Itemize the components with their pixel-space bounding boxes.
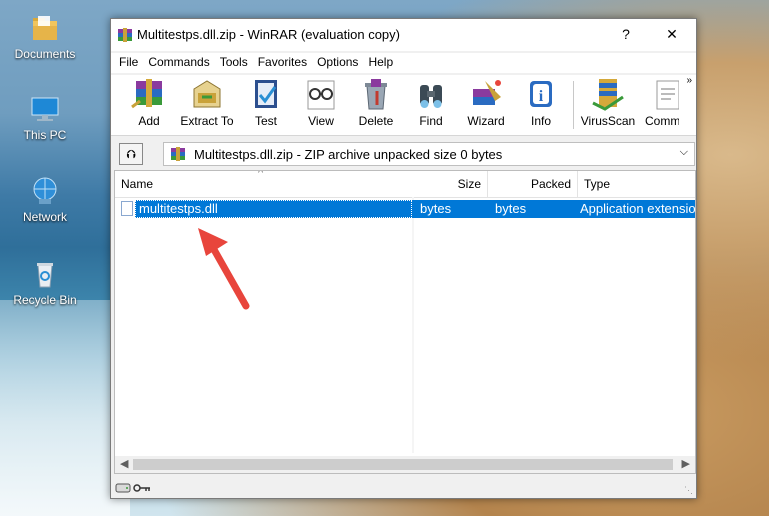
toolbar-label: Test [254, 114, 277, 128]
desktop-icon-network[interactable]: Network [0, 175, 90, 224]
test-button[interactable]: Test [238, 77, 294, 131]
network-icon [29, 175, 61, 207]
chevron-down-icon[interactable]: ⌵ [680, 146, 688, 159]
file-size-cell: bytes [420, 201, 452, 216]
toolbar-overflow-chevron[interactable]: » [686, 75, 692, 86]
extract-icon [188, 77, 226, 113]
find-binoculars-icon [412, 77, 450, 113]
scroll-left-icon[interactable]: ◀ [120, 457, 128, 470]
path-text: Multitestps.dll.zip - ZIP archive unpack… [194, 147, 503, 162]
delete-button[interactable]: Delete [348, 77, 404, 131]
scroll-right-icon[interactable]: ▶ [682, 457, 690, 470]
file-list[interactable]: Name ^ Size Packed Type multitestps.dll … [114, 170, 696, 474]
file-packed-cell: bytes [495, 201, 527, 216]
column-header-packed[interactable]: Packed [487, 171, 577, 197]
column-header-label: Packed [530, 177, 571, 191]
up-arrow-icon: ⮉ [126, 147, 136, 161]
drive-icon[interactable] [115, 481, 131, 496]
menu-commands[interactable]: Commands [143, 53, 214, 71]
horizontal-scrollbar[interactable]: ◀ ▶ [115, 456, 695, 473]
column-headers: Name ^ Size Packed Type [115, 171, 695, 198]
wizard-icon [467, 77, 505, 113]
add-archive-icon [130, 77, 168, 113]
menu-favorites[interactable]: Favorites [253, 53, 312, 71]
file-type-cell: Application extensio [580, 201, 696, 216]
file-name-cell: multitestps.dll [135, 200, 412, 218]
virusscan-button[interactable]: VirusScan [579, 77, 637, 131]
view-button[interactable]: View [293, 77, 349, 131]
desktop-icon-documents[interactable]: Documents [0, 12, 90, 61]
row-selection: bytes bytes Application extensio [412, 200, 695, 218]
sort-ascending-icon: ^ [258, 170, 264, 179]
comment-icon [649, 77, 679, 113]
toolbar-separator [573, 81, 574, 129]
recycle-bin-icon [29, 258, 61, 290]
window-title: Multitestps.dll.zip - WinRAR (evaluation… [137, 27, 400, 42]
wizard-button[interactable]: Wizard [458, 77, 514, 131]
path-combobox[interactable]: Multitestps.dll.zip - ZIP archive unpack… [163, 142, 695, 166]
desktop-icon-label: Recycle Bin [13, 293, 77, 307]
winrar-app-icon [117, 27, 133, 43]
view-icon [302, 77, 340, 113]
extract-to-button[interactable]: Extract To [179, 77, 235, 131]
table-row[interactable]: multitestps.dll bytes bytes Application … [115, 200, 695, 218]
address-bar: ⮉ Multitestps.dll.zip - ZIP archive unpa… [111, 140, 696, 166]
computer-icon [29, 93, 61, 125]
desktop-icon-label: Documents [14, 47, 76, 61]
desktop-icon-label: Network [22, 210, 67, 224]
column-header-label: Name [121, 177, 154, 191]
close-button[interactable]: ✕ [649, 19, 695, 49]
toolbar-label: Add [138, 114, 160, 128]
virusscan-icon [589, 77, 627, 113]
dll-file-icon [121, 201, 133, 216]
desktop-icon-recycle-bin[interactable]: Recycle Bin [0, 258, 90, 307]
archive-icon [170, 146, 186, 162]
column-header-size[interactable]: Size [412, 171, 487, 197]
toolbar-label: Wizard [467, 114, 505, 128]
add-button[interactable]: Add [121, 77, 177, 131]
menu-options[interactable]: Options [312, 53, 363, 71]
toolbar-label: Extract To [180, 114, 234, 128]
toolbar-label: Find [419, 114, 443, 128]
toolbar-label: Comm [645, 114, 679, 128]
test-icon [247, 77, 285, 113]
title-bar[interactable]: Multitestps.dll.zip - WinRAR (evaluation… [111, 19, 696, 51]
menu-file[interactable]: File [114, 53, 143, 71]
resize-grip-icon[interactable]: ⋱ [684, 485, 693, 496]
annotation-arrow-icon [198, 228, 250, 310]
desktop-icon-label: This PC [23, 128, 67, 142]
menu-tools[interactable]: Tools [215, 53, 253, 71]
toolbar-label: Info [530, 114, 551, 128]
column-header-label: Type [584, 177, 611, 191]
column-header-name[interactable]: Name [115, 171, 412, 197]
toolbar-label: View [308, 114, 334, 128]
key-icon[interactable] [133, 482, 151, 496]
menu-help[interactable]: Help [363, 53, 398, 71]
delete-icon [357, 77, 395, 113]
column-header-type[interactable]: Type [577, 171, 695, 197]
status-bar: ⋱ [111, 476, 696, 498]
help-button[interactable]: ? [603, 19, 649, 49]
toolbar-label: VirusScan [580, 114, 636, 128]
scrollbar-thumb[interactable] [133, 459, 673, 470]
column-divider [412, 197, 414, 453]
menu-bar: File Commands Tools Favorites Options Help [111, 53, 696, 73]
desktop-icon-this-pc[interactable]: This PC [0, 93, 90, 142]
up-folder-button[interactable]: ⮉ [119, 143, 143, 165]
toolbar: Add Extract To Test View Delete Find Wiz… [111, 75, 696, 136]
toolbar-label: Delete [358, 114, 394, 128]
find-button[interactable]: Find [403, 77, 459, 131]
info-icon: i [522, 77, 560, 113]
svg-text:i: i [539, 88, 544, 105]
comment-button[interactable]: Comm [639, 77, 679, 131]
column-header-label: Size [457, 177, 481, 191]
info-button[interactable]: i Info [513, 77, 569, 131]
folder-icon [29, 12, 61, 44]
